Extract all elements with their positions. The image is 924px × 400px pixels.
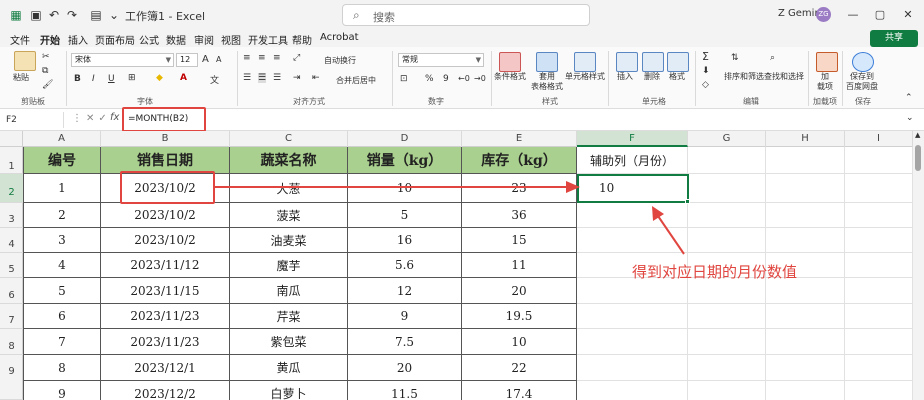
annotation-text: 得到对应日期的月份数值 (632, 263, 798, 281)
vertical-scrollbar[interactable]: ▲ (913, 131, 924, 400)
arrow-head (652, 206, 664, 221)
arrow-head (566, 181, 580, 193)
scrollbar-thumb[interactable] (915, 145, 921, 171)
scroll-up-icon[interactable]: ▲ (915, 131, 920, 139)
annotation-arrows (215, 181, 685, 255)
arrow-line (657, 215, 685, 255)
